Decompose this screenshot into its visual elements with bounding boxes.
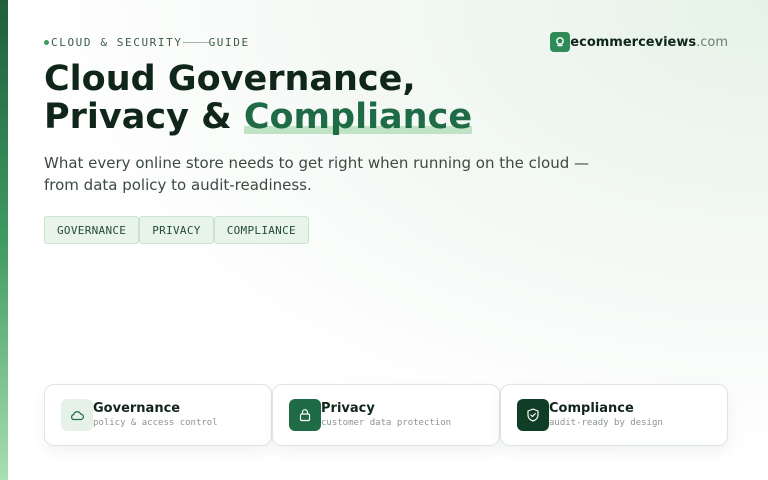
brand-logo-icon — [550, 32, 571, 52]
card-subtitle: audit-ready by design — [549, 418, 663, 428]
title-highlight: Compliance — [243, 97, 473, 137]
eyebrow-category: CLOUD & SECURITY — [51, 35, 183, 49]
left-accent-bar — [0, 0, 8, 480]
title-line-1: Cloud Governance, — [44, 59, 416, 99]
card-title: Compliance — [549, 401, 634, 416]
feature-cards: Governance policy & access control Priva… — [44, 384, 728, 446]
card-text: Compliance audit-ready by design — [549, 400, 663, 430]
card-subtitle: policy & access control — [93, 418, 218, 428]
card-title: Governance — [93, 401, 181, 416]
card-compliance[interactable]: Compliance audit-ready by design — [500, 384, 728, 446]
tag-list: GOVERNANCE PRIVACY COMPLIANCE — [44, 216, 309, 244]
tag-privacy: PRIVACY — [139, 216, 214, 244]
title-line-2-prefix: Privacy & — [44, 97, 244, 137]
page-subtitle: What every online store needs to get rig… — [44, 154, 590, 194]
shield-check-icon — [517, 399, 549, 431]
card-governance[interactable]: Governance policy & access control — [44, 384, 272, 446]
card-subtitle: customer data protection — [321, 418, 452, 428]
card-privacy[interactable]: Privacy customer data protection — [272, 384, 500, 446]
brand-tld: .com — [696, 34, 728, 50]
tag-governance: GOVERNANCE — [44, 216, 140, 244]
eyebrow-type: GUIDE — [208, 35, 250, 49]
brand-logo-link[interactable]: ecommerceviews .com — [550, 32, 728, 52]
lock-icon — [289, 399, 321, 431]
card-text: Governance policy & access control — [93, 400, 218, 430]
card-title: Privacy — [321, 401, 375, 416]
cloud-icon — [61, 399, 93, 431]
tag-compliance: COMPLIANCE — [213, 216, 309, 244]
page-title: Cloud Governance, Privacy & Compliance — [44, 59, 604, 137]
brand-name: ecommerceviews — [570, 34, 697, 50]
card-text: Privacy customer data protection — [321, 400, 451, 430]
eyebrow: CLOUD & SECURITY GUIDE — [44, 35, 250, 49]
eyebrow-rule — [182, 41, 209, 43]
eyebrow-dot — [44, 39, 49, 45]
